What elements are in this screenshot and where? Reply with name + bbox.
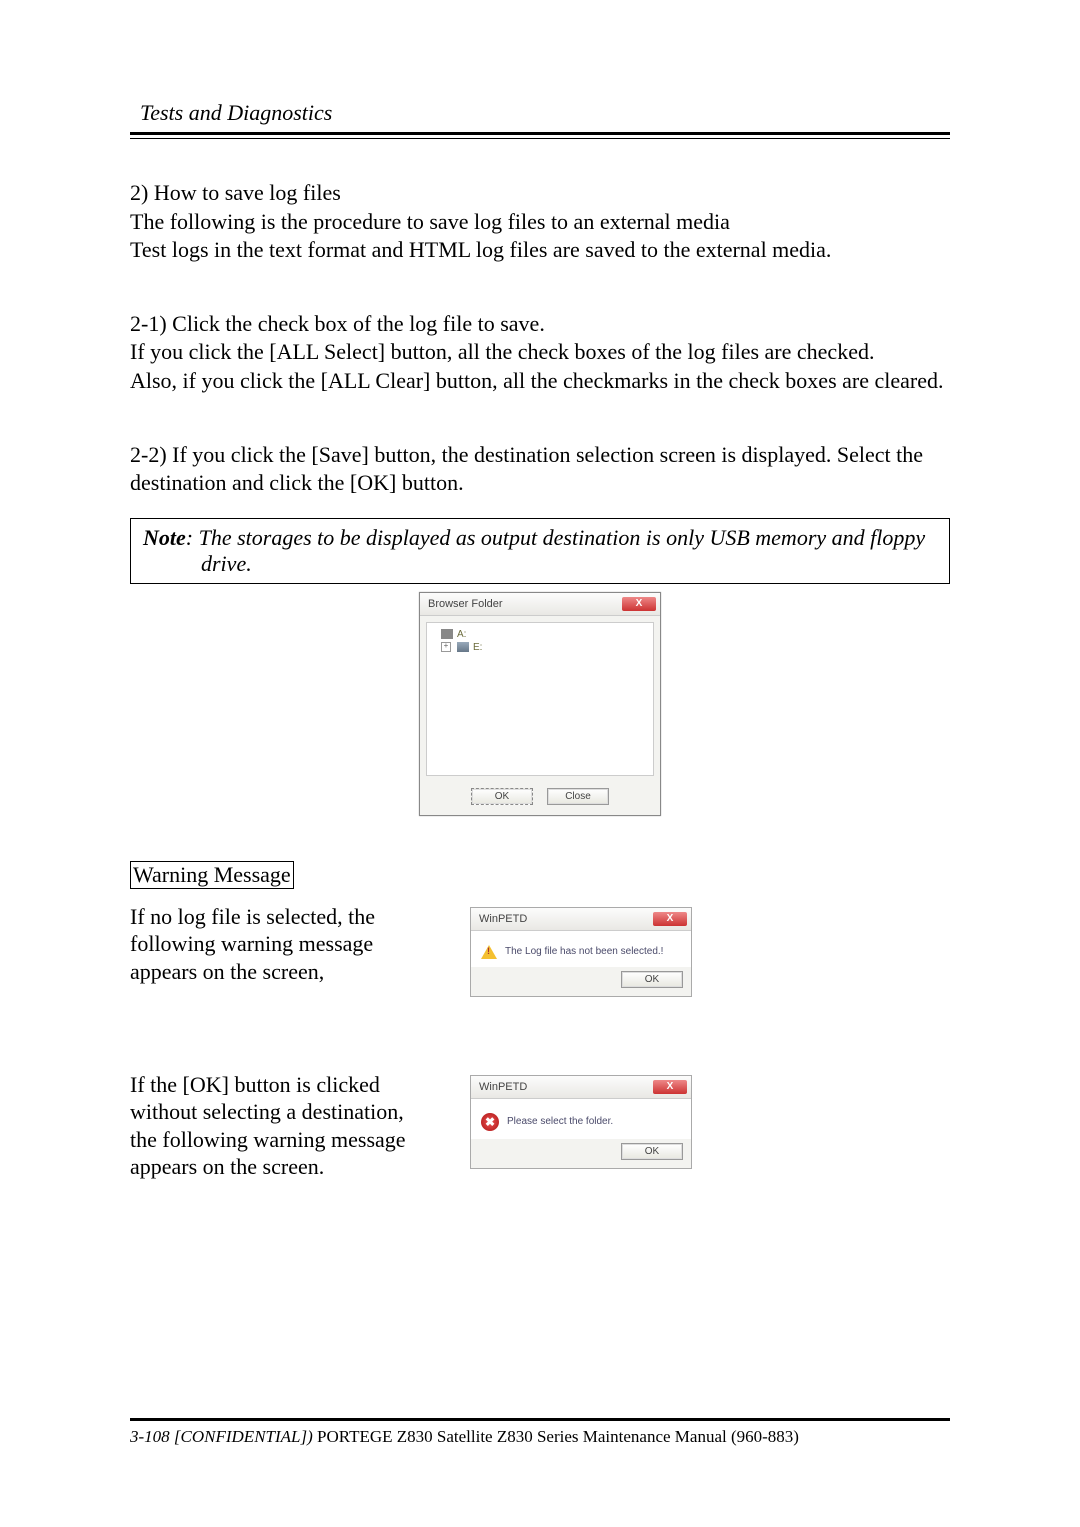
header-divider (130, 132, 950, 139)
page-footer: 3-108 [CONFIDENTIAL]) PORTEGE Z830 Satel… (130, 1410, 950, 1447)
dialog-title: Browser Folder (428, 598, 503, 610)
ok-button[interactable]: OK (471, 788, 533, 805)
close-icon[interactable]: X (622, 597, 656, 611)
ok-button[interactable]: OK (621, 971, 683, 988)
error-icon: ✖ (481, 1113, 499, 1131)
section-2-1-line3: Also, if you click the [ALL Clear] butto… (130, 367, 950, 396)
section-2-1-line1: 2-1) Click the check box of the log file… (130, 310, 950, 339)
section-2-1-line2: If you click the [ALL Select] button, al… (130, 338, 950, 367)
drive-e-label[interactable]: E: (473, 642, 482, 653)
msgbox2-title: WinPETD (479, 1081, 527, 1093)
section-2-1: 2-1) Click the check box of the log file… (130, 310, 950, 396)
section-2-line2: Test logs in the text format and HTML lo… (130, 236, 950, 265)
page-header-title: Tests and Diagnostics (140, 100, 950, 126)
msgbox1-title: WinPETD (479, 913, 527, 925)
section-2-heading: 2) How to save log files (130, 179, 950, 208)
browser-folder-dialog: Browser Folder X A: + E: OK Close (419, 592, 661, 816)
note-text-line2: drive. (143, 551, 937, 577)
close-icon[interactable]: X (653, 912, 687, 926)
footer-rest: PORTEGE Z830 Satellite Z830 Series Maint… (313, 1427, 799, 1446)
expand-icon[interactable]: + (441, 642, 451, 652)
note-label: Note (143, 525, 186, 550)
footer-prefix: 3-108 [CONFIDENTIAL]) (130, 1427, 313, 1446)
drive-icon (457, 642, 469, 652)
floppy-icon (441, 629, 453, 639)
warning-para-2: If the [OK] button is clicked without se… (130, 1071, 410, 1181)
footer-divider (130, 1418, 950, 1421)
tree-item-e: + E: (441, 642, 647, 653)
close-icon[interactable]: X (653, 1080, 687, 1094)
section-2-2: 2-2) If you click the [Save] button, the… (130, 441, 950, 498)
drive-a-label[interactable]: A: (457, 629, 466, 640)
msgbox-log-not-selected: WinPETD X The Log file has not been sele… (470, 907, 692, 997)
tree-item-a: A: (441, 629, 647, 640)
msgbox1-text: The Log file has not been selected.! (505, 946, 663, 957)
warning-message-heading: Warning Message (130, 861, 294, 889)
section-2-line1: The following is the procedure to save l… (130, 208, 950, 237)
close-button[interactable]: Close (547, 788, 609, 805)
section-2: 2) How to save log files The following i… (130, 179, 950, 265)
msgbox-select-folder: WinPETD X ✖ Please select the folder. OK (470, 1075, 692, 1169)
folder-tree[interactable]: A: + E: (426, 622, 654, 776)
ok-button[interactable]: OK (621, 1143, 683, 1160)
note-box: Note: The storages to be displayed as ou… (130, 518, 950, 584)
section-2-2-line1: 2-2) If you click the [Save] button, the… (130, 441, 950, 498)
warning-icon (481, 945, 497, 959)
msgbox2-text: Please select the folder. (507, 1116, 613, 1127)
dialog-titlebar: Browser Folder X (420, 593, 660, 616)
note-text-line1: : The storages to be displayed as output… (186, 525, 925, 550)
warning-para-1: If no log file is selected, the followin… (130, 903, 410, 986)
